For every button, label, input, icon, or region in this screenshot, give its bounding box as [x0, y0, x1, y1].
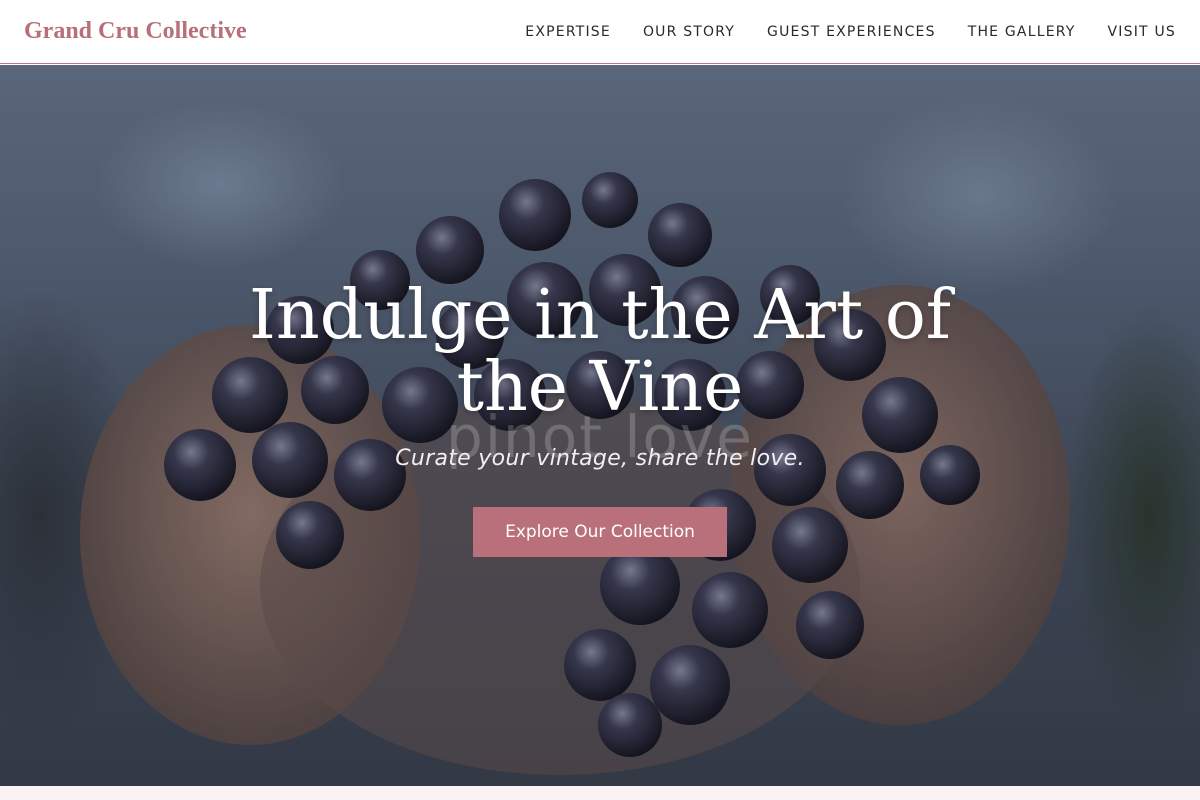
hero-section: pinot love Indulge in the Art of the Vin…	[0, 65, 1200, 786]
explore-collection-button[interactable]: Explore Our Collection	[473, 507, 727, 557]
nav-link-guest-experiences[interactable]: GUEST EXPERIENCES	[767, 24, 936, 40]
nav-link-our-story[interactable]: OUR STORY	[643, 24, 735, 40]
next-section-edge	[0, 786, 1200, 800]
hero-content: Indulge in the Art of the Vine Curate yo…	[0, 280, 1200, 557]
top-navigation-bar: Grand Cru Collective EXPERTISE OUR STORY…	[0, 0, 1200, 64]
hero-subtitle: Curate your vintage, share the love.	[395, 446, 805, 471]
main-nav: EXPERTISE OUR STORY GUEST EXPERIENCES TH…	[525, 24, 1176, 40]
brand-logo-text[interactable]: Grand Cru Collective	[24, 18, 247, 45]
nav-link-expertise[interactable]: EXPERTISE	[525, 24, 611, 40]
nav-link-visit-us[interactable]: VISIT US	[1108, 24, 1176, 40]
nav-link-the-gallery[interactable]: THE GALLERY	[968, 24, 1076, 40]
hero-title: Indulge in the Art of the Vine	[249, 276, 951, 427]
